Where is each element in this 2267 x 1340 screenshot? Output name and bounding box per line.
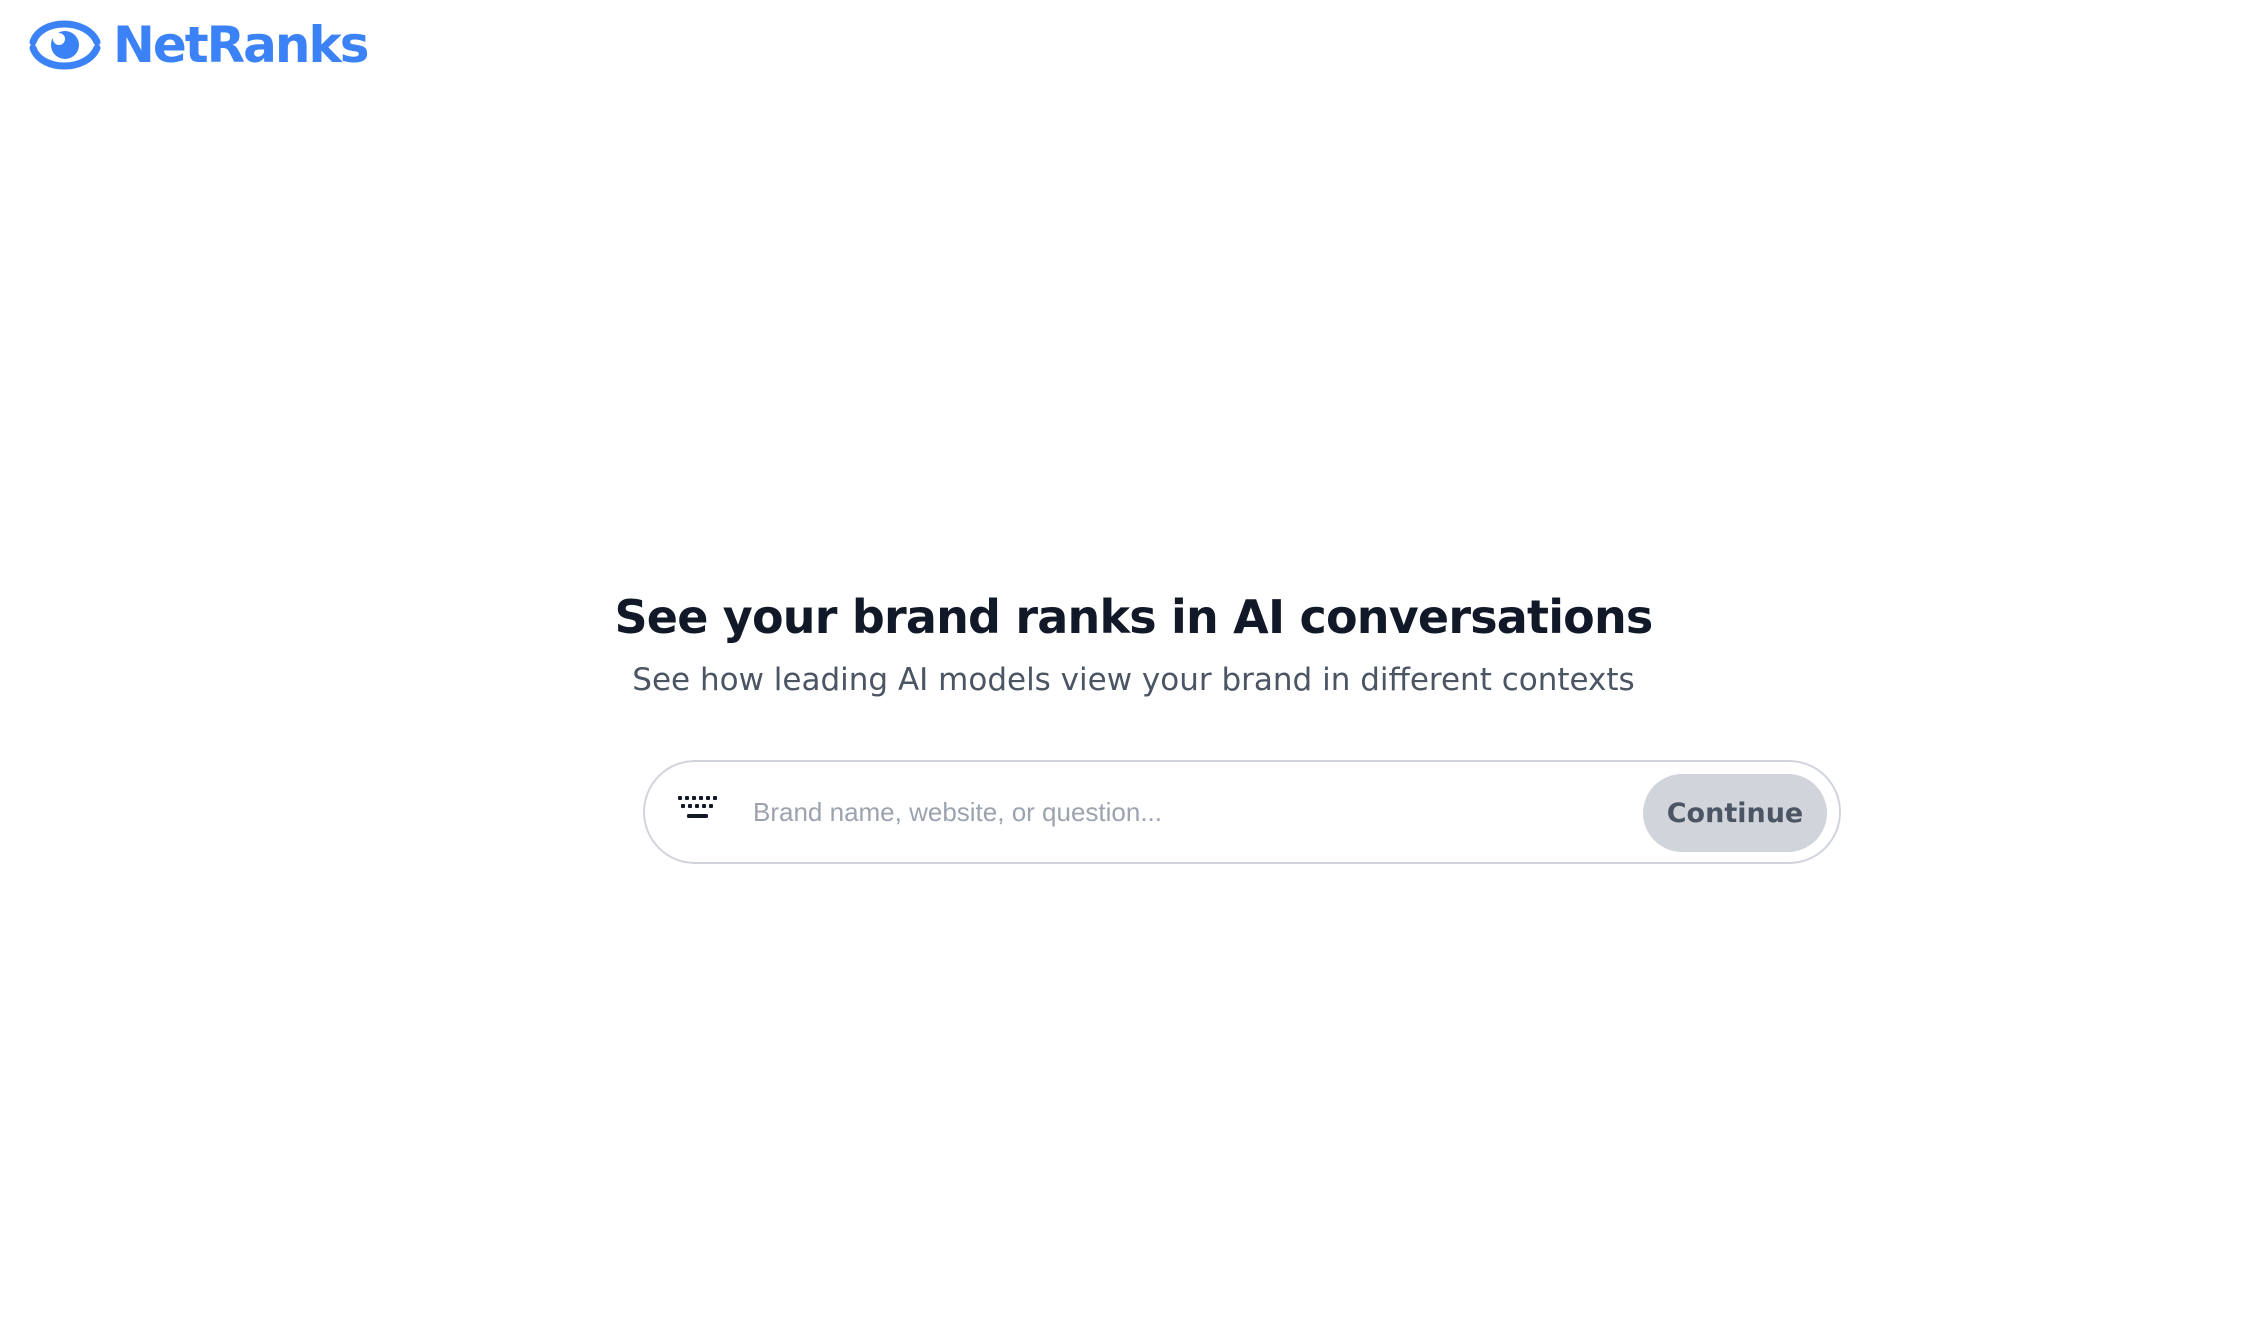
brand-name: NetRanks: [113, 16, 370, 74]
hero: See your brand ranks in AI conversations…: [0, 580, 2267, 702]
page-title: See your brand ranks in AI conversations: [614, 590, 1653, 644]
page-subtitle: See how leading AI models view your bran…: [632, 662, 1635, 698]
eye-icon: [29, 20, 101, 70]
logo[interactable]: NetRanks: [27, 12, 370, 78]
page: NetRanks See your brand ranks in AI conv…: [0, 0, 2267, 1340]
search-input[interactable]: [753, 784, 1273, 840]
keyboard-icon: [678, 796, 717, 818]
search-bar[interactable]: Continue: [643, 760, 1841, 864]
continue-button[interactable]: Continue: [1643, 774, 1827, 852]
